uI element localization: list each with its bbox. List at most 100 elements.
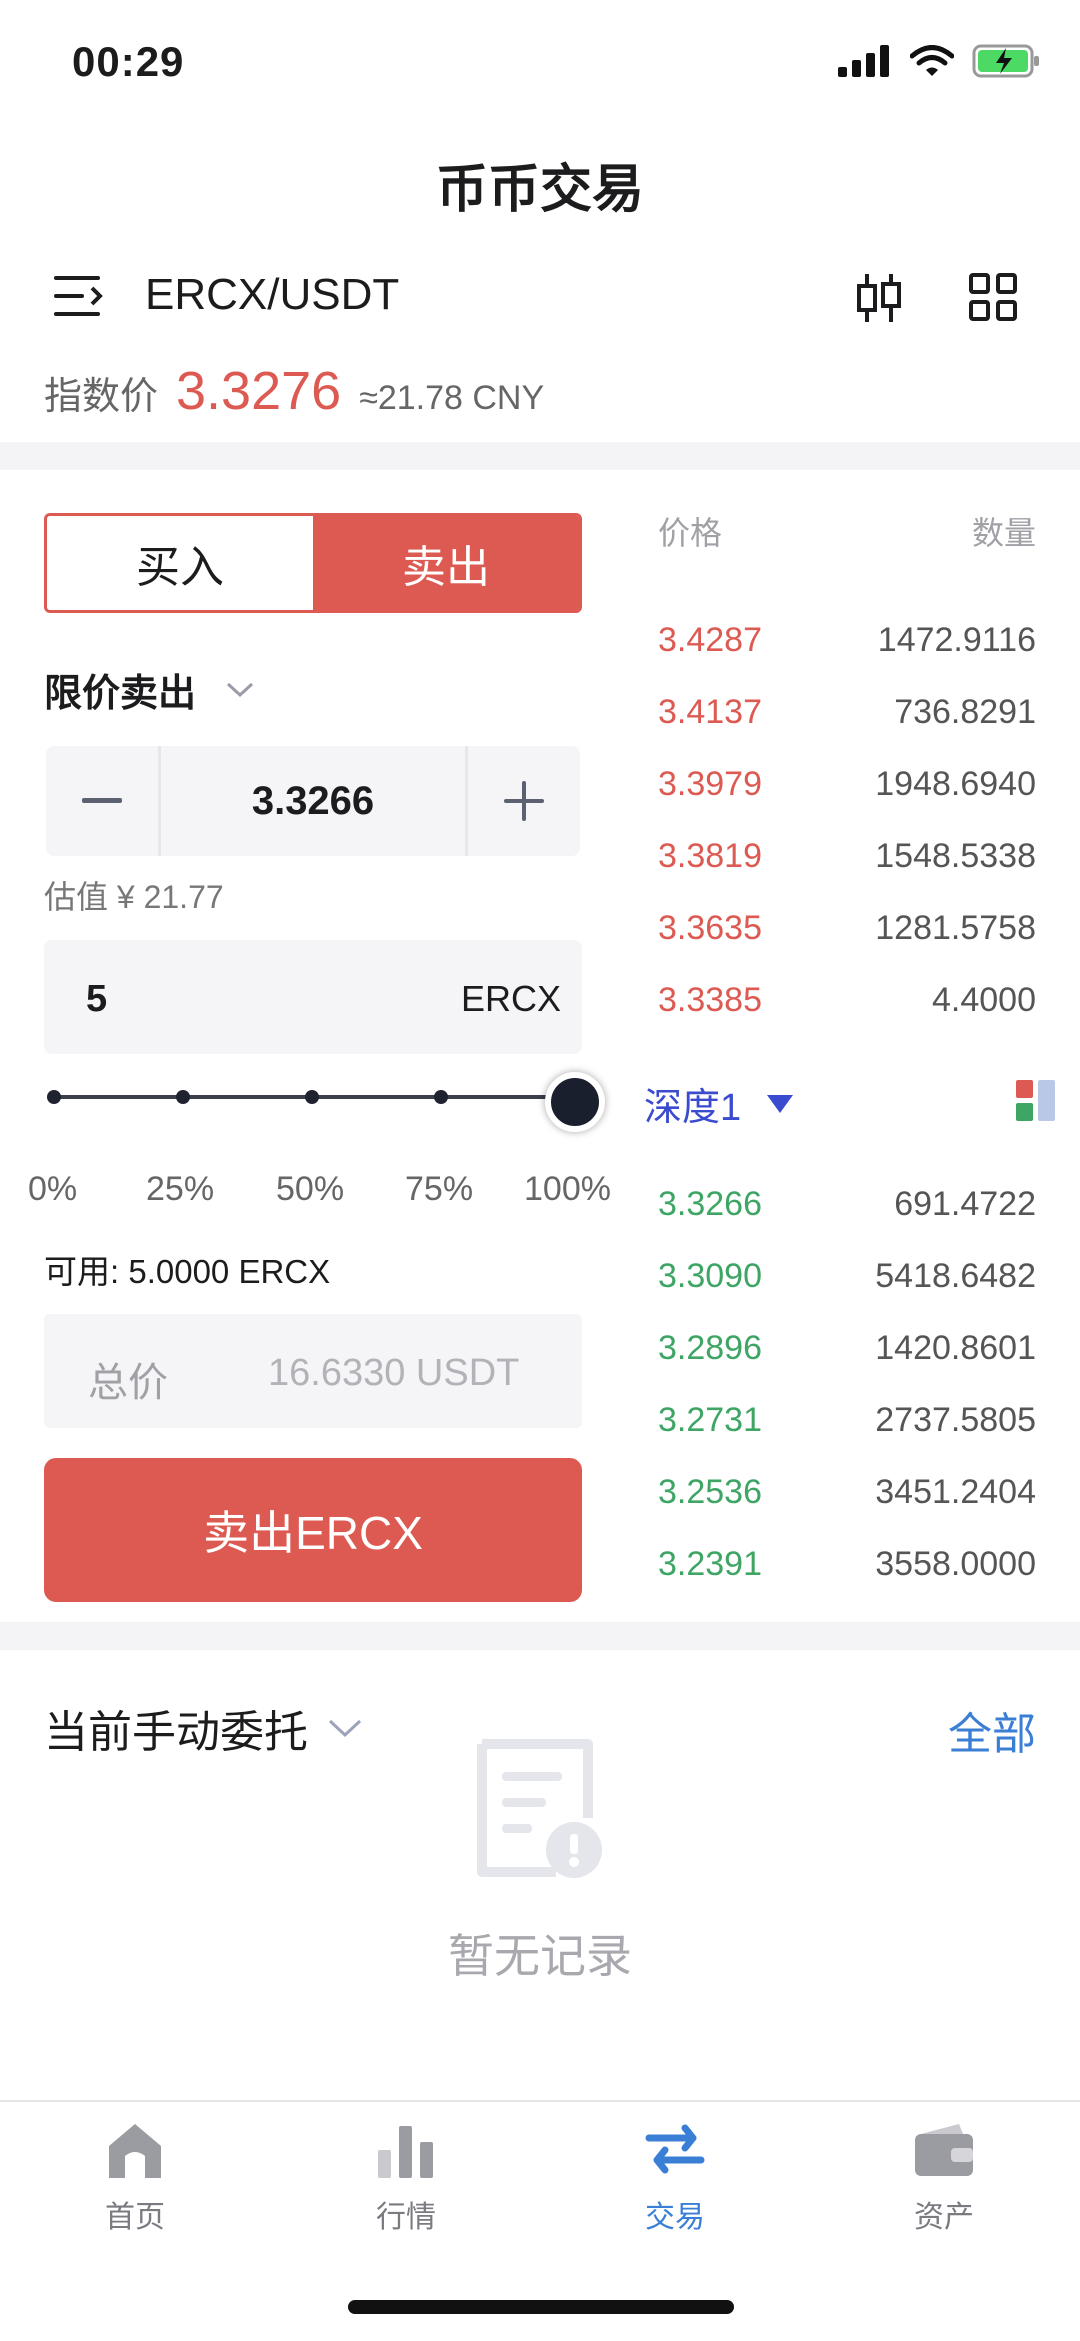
buy-tab[interactable]: 买入 xyxy=(47,516,313,610)
bid-quantity: 5418.6482 xyxy=(875,1256,1036,1295)
price-input[interactable]: 3.3266 xyxy=(158,746,468,856)
tab-home-label: 首页 xyxy=(105,2201,165,2234)
bid-quantity: 3451.2404 xyxy=(875,1472,1036,1511)
total-value: 16.6330 USDT xyxy=(268,1352,520,1394)
bid-row[interactable]: 3.2391 3558.0000 xyxy=(658,1534,1036,1594)
ask-row[interactable]: 3.4287 1472.9116 xyxy=(658,610,1036,670)
section-divider xyxy=(0,1622,1080,1650)
swap-icon xyxy=(645,2124,705,2174)
tab-assets[interactable]: 资产 xyxy=(864,2120,1024,2236)
amount-slider-handle[interactable] xyxy=(545,1072,605,1132)
slider-stop-25[interactable] xyxy=(176,1090,190,1104)
empty-document-icon xyxy=(477,1739,602,1878)
percent-label-50[interactable]: 50% xyxy=(276,1170,344,1209)
price-increase-button[interactable] xyxy=(468,746,580,856)
all-orders-link[interactable]: 全部 xyxy=(948,1698,1036,1762)
depth-select[interactable]: 深度1 xyxy=(644,1076,794,1131)
signal-icon xyxy=(838,45,889,77)
ask-quantity: 1472.9116 xyxy=(877,620,1036,659)
ask-price: 3.4137 xyxy=(658,692,762,731)
tab-trade-label: 交易 xyxy=(645,2201,705,2234)
slider-stop-75[interactable] xyxy=(434,1090,448,1104)
index-label: 指数价 xyxy=(44,376,159,418)
menu-icon[interactable] xyxy=(54,274,104,318)
wifi-icon xyxy=(910,45,954,76)
ask-quantity: 736.8291 xyxy=(894,692,1036,731)
bid-quantity: 3558.0000 xyxy=(875,1544,1036,1583)
index-cny: ≈21.78 CNY xyxy=(359,379,545,417)
ask-row[interactable]: 3.3979 1948.6940 xyxy=(658,754,1036,814)
tab-home[interactable]: 首页 xyxy=(55,2120,215,2236)
ask-row[interactable]: 3.3819 1548.5338 xyxy=(658,826,1036,886)
ask-quantity: 1281.5758 xyxy=(875,908,1036,947)
sell-tab[interactable]: 卖出 xyxy=(313,516,579,610)
bar-chart-icon xyxy=(378,2126,433,2178)
grid-icon[interactable] xyxy=(968,272,1018,322)
section-divider xyxy=(0,442,1080,470)
ask-price: 3.3819 xyxy=(658,836,762,875)
bid-quantity: 2737.5805 xyxy=(875,1400,1036,1439)
index-price-row: 指数价 3.3276 ≈21.78 CNY xyxy=(44,360,545,421)
tab-assets-label: 资产 xyxy=(914,2201,974,2234)
ask-quantity: 1948.6940 xyxy=(875,764,1036,803)
percent-label-100[interactable]: 100% xyxy=(524,1170,611,1209)
bid-price: 3.2731 xyxy=(658,1400,762,1439)
tab-market[interactable]: 行情 xyxy=(326,2120,486,2236)
ask-row[interactable]: 3.3635 1281.5758 xyxy=(658,898,1036,958)
quantity-input[interactable]: 5 xyxy=(86,978,107,1021)
home-indicator[interactable] xyxy=(348,2300,734,2314)
order-type-select[interactable]: 限价卖出 xyxy=(44,662,254,717)
ask-price: 3.3979 xyxy=(658,764,762,803)
home-icon xyxy=(109,2124,161,2178)
bid-price: 3.2896 xyxy=(658,1328,762,1367)
ask-price: 3.3385 xyxy=(658,980,762,1019)
ask-price: 3.3635 xyxy=(658,908,762,947)
bid-price: 3.2391 xyxy=(658,1544,762,1583)
slider-stop-50[interactable] xyxy=(305,1090,319,1104)
slider-stop-0[interactable] xyxy=(47,1090,61,1104)
book-layout-icon[interactable] xyxy=(1016,1080,1056,1122)
triangle-down-icon xyxy=(767,1094,794,1113)
price-stepper: 3.3266 xyxy=(46,746,580,856)
depth-label: 深度1 xyxy=(644,1087,742,1129)
bid-row[interactable]: 3.2896 1420.8601 xyxy=(658,1318,1036,1378)
chevron-down-icon xyxy=(227,682,254,697)
bid-price: 3.2536 xyxy=(658,1472,762,1511)
percent-label-0[interactable]: 0% xyxy=(28,1170,77,1209)
buy-sell-toggle: 买入 卖出 xyxy=(44,513,582,613)
bid-quantity: 1420.8601 xyxy=(875,1328,1036,1367)
quantity-column-header: 数量 xyxy=(971,515,1036,551)
page-title: 币币交易 xyxy=(435,161,644,219)
index-price: 3.3276 xyxy=(176,361,342,421)
bid-price: 3.3266 xyxy=(658,1184,762,1223)
open-orders-select[interactable]: 当前手动委托 xyxy=(44,1696,362,1760)
trading-pair[interactable]: ERCX/USDT xyxy=(145,270,399,320)
chevron-down-icon xyxy=(328,1719,362,1738)
bid-row[interactable]: 3.2731 2737.5805 xyxy=(658,1390,1036,1450)
order-type-label: 限价卖出 xyxy=(44,673,197,715)
status-icons xyxy=(838,44,1042,78)
available-balance: 可用: 5.0000 ERCX xyxy=(44,1253,331,1290)
ask-row[interactable]: 3.3385 4.4000 xyxy=(658,970,1036,1030)
candlestick-icon[interactable] xyxy=(856,270,902,326)
tab-market-label: 行情 xyxy=(376,2201,436,2234)
minus-icon xyxy=(82,798,122,803)
ask-row[interactable]: 3.4137 736.8291 xyxy=(658,682,1036,742)
ask-quantity: 4.4000 xyxy=(932,980,1036,1019)
battery-charging-icon xyxy=(972,44,1039,78)
status-time: 00:29 xyxy=(72,38,185,85)
sell-submit-button[interactable]: 卖出ERCX xyxy=(44,1458,582,1602)
total-label: 总价 xyxy=(88,1361,168,1405)
bid-row[interactable]: 3.3266 691.4722 xyxy=(658,1174,1036,1234)
bid-quantity: 691.4722 xyxy=(894,1184,1036,1223)
bid-row[interactable]: 3.2536 3451.2404 xyxy=(658,1462,1036,1522)
empty-state-text: 暂无记录 xyxy=(448,1930,632,1982)
wallet-icon xyxy=(915,2124,973,2176)
estimate-value: 估值 ¥ 21.77 xyxy=(44,879,224,915)
bid-row[interactable]: 3.3090 5418.6482 xyxy=(658,1246,1036,1306)
price-decrease-button[interactable] xyxy=(46,746,158,856)
tab-trade[interactable]: 交易 xyxy=(595,2120,755,2236)
percent-label-25[interactable]: 25% xyxy=(146,1170,214,1209)
ask-quantity: 1548.5338 xyxy=(875,836,1036,875)
percent-label-75[interactable]: 75% xyxy=(405,1170,473,1209)
